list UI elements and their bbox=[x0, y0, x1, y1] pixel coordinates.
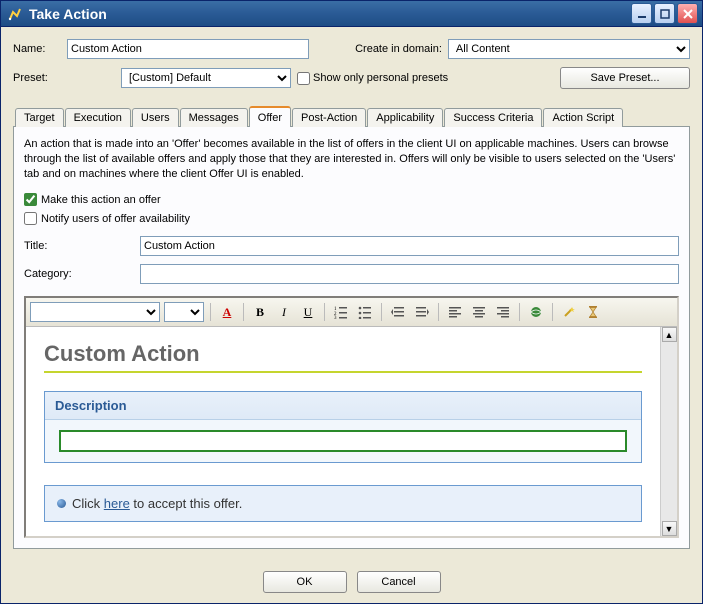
ordered-list-button[interactable]: 123 bbox=[331, 302, 351, 322]
window-title: Take Action bbox=[29, 6, 631, 22]
category-input[interactable] bbox=[140, 264, 679, 284]
maximize-button[interactable] bbox=[654, 3, 675, 24]
accept-prefix: Click bbox=[72, 496, 104, 511]
hourglass-button[interactable] bbox=[583, 302, 603, 322]
ok-button[interactable]: OK bbox=[263, 571, 347, 593]
offer-panel: An action that is made into an 'Offer' b… bbox=[13, 126, 690, 549]
description-header: Description bbox=[45, 392, 641, 420]
description-body bbox=[45, 420, 641, 462]
rich-document[interactable]: Custom Action Description Click here to … bbox=[26, 327, 660, 536]
cancel-button[interactable]: Cancel bbox=[357, 571, 441, 593]
category-label: Category: bbox=[24, 268, 134, 280]
bullet-icon bbox=[57, 499, 66, 508]
rich-editor: A B I U 123 bbox=[24, 296, 679, 538]
scroll-down-button[interactable]: ▼ bbox=[662, 521, 677, 536]
scroll-up-button[interactable]: ▲ bbox=[662, 327, 677, 342]
domain-select[interactable]: All Content bbox=[448, 39, 690, 59]
titlebar: Take Action bbox=[1, 1, 702, 27]
rich-toolbar: A B I U 123 bbox=[26, 298, 677, 327]
title-label: Title: bbox=[24, 240, 134, 252]
make-offer-row[interactable]: Make this action an offer bbox=[24, 193, 679, 206]
underline-button[interactable]: U bbox=[298, 302, 318, 322]
tab-success-criteria[interactable]: Success Criteria bbox=[444, 108, 542, 127]
align-left-button[interactable] bbox=[445, 302, 465, 322]
tab-users[interactable]: Users bbox=[132, 108, 179, 127]
app-icon bbox=[7, 6, 23, 22]
make-offer-checkbox[interactable] bbox=[24, 193, 37, 206]
category-row: Category: bbox=[24, 264, 679, 284]
preset-select[interactable]: [Custom] Default bbox=[121, 68, 291, 88]
accept-text: Click here to accept this offer. bbox=[72, 496, 242, 511]
separator bbox=[243, 303, 244, 321]
name-input[interactable] bbox=[67, 39, 309, 59]
footer: OK Cancel bbox=[1, 561, 702, 603]
separator bbox=[210, 303, 211, 321]
align-right-button[interactable] bbox=[493, 302, 513, 322]
title-input[interactable] bbox=[140, 236, 679, 256]
accept-suffix: to accept this offer. bbox=[130, 496, 243, 511]
make-offer-label: Make this action an offer bbox=[41, 194, 161, 206]
show-personal-checkbox[interactable] bbox=[297, 72, 310, 85]
svg-text:3: 3 bbox=[334, 316, 337, 319]
font-family-select[interactable] bbox=[30, 302, 160, 322]
tab-applicability[interactable]: Applicability bbox=[367, 108, 443, 127]
tab-action-script[interactable]: Action Script bbox=[543, 108, 623, 127]
separator bbox=[438, 303, 439, 321]
show-personal-presets[interactable]: Show only personal presets bbox=[297, 72, 448, 85]
take-action-window: Take Action Name: Create in domain: All … bbox=[0, 0, 703, 604]
separator bbox=[519, 303, 520, 321]
vertical-scrollbar[interactable]: ▲ ▼ bbox=[660, 327, 677, 536]
italic-button[interactable]: I bbox=[274, 302, 294, 322]
tab-target[interactable]: Target bbox=[15, 108, 64, 127]
wand-button[interactable] bbox=[559, 302, 579, 322]
preset-label: Preset: bbox=[13, 72, 61, 84]
notify-checkbox[interactable] bbox=[24, 212, 37, 225]
minimize-button[interactable] bbox=[631, 3, 652, 24]
show-personal-label: Show only personal presets bbox=[313, 72, 448, 84]
bold-button[interactable]: B bbox=[250, 302, 270, 322]
preset-row: Preset: [Custom] Default Show only perso… bbox=[13, 67, 690, 89]
font-color-button[interactable]: A bbox=[217, 302, 237, 322]
notify-row[interactable]: Notify users of offer availability bbox=[24, 212, 679, 225]
name-row: Name: Create in domain: All Content bbox=[13, 39, 690, 59]
close-button[interactable] bbox=[677, 3, 698, 24]
notify-label: Notify users of offer availability bbox=[41, 213, 190, 225]
tabstrip: Target Execution Users Messages Offer Po… bbox=[13, 105, 690, 126]
name-label: Name: bbox=[13, 43, 61, 55]
accept-box: Click here to accept this offer. bbox=[44, 485, 642, 522]
description-field[interactable] bbox=[59, 430, 627, 452]
separator bbox=[324, 303, 325, 321]
doc-heading: Custom Action bbox=[44, 341, 642, 373]
unordered-list-button[interactable] bbox=[355, 302, 375, 322]
separator bbox=[381, 303, 382, 321]
tab-post-action[interactable]: Post-Action bbox=[292, 108, 366, 127]
rich-body: Custom Action Description Click here to … bbox=[26, 327, 677, 536]
indent-button[interactable] bbox=[412, 302, 432, 322]
separator bbox=[552, 303, 553, 321]
title-row: Title: bbox=[24, 236, 679, 256]
title-buttons bbox=[631, 3, 702, 24]
tab-messages[interactable]: Messages bbox=[180, 108, 248, 127]
outdent-button[interactable] bbox=[388, 302, 408, 322]
hyperlink-button[interactable] bbox=[526, 302, 546, 322]
accept-link[interactable]: here bbox=[104, 496, 130, 511]
description-box: Description bbox=[44, 391, 642, 463]
tab-execution[interactable]: Execution bbox=[65, 108, 131, 127]
offer-help-text: An action that is made into an 'Offer' b… bbox=[24, 137, 679, 182]
font-size-select[interactable] bbox=[164, 302, 204, 322]
save-preset-button[interactable]: Save Preset... bbox=[560, 67, 690, 89]
tab-offer[interactable]: Offer bbox=[249, 106, 291, 127]
align-center-button[interactable] bbox=[469, 302, 489, 322]
domain-label: Create in domain: bbox=[355, 43, 442, 55]
content-area: Name: Create in domain: All Content Pres… bbox=[1, 27, 702, 561]
